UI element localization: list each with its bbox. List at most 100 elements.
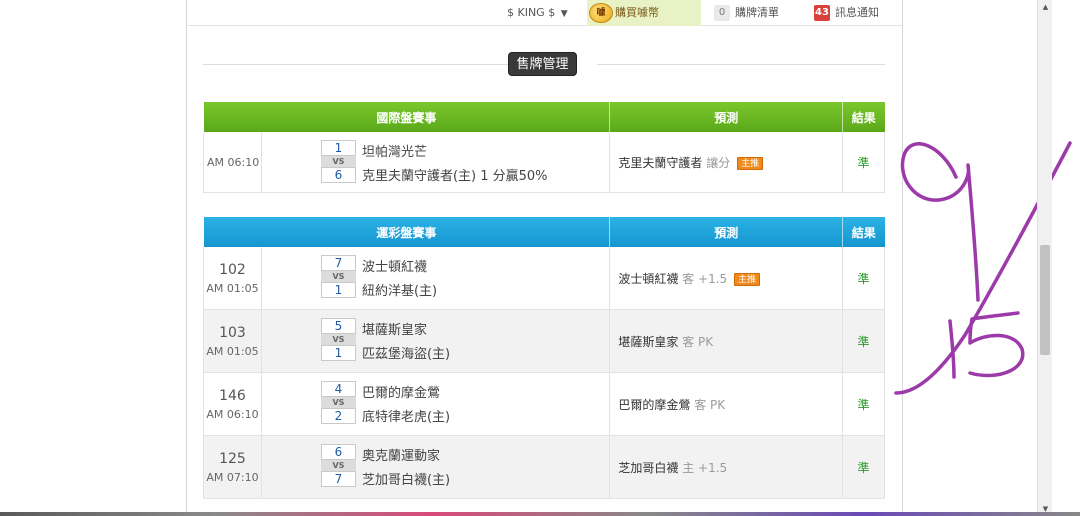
prediction-detail: 客 PK [694, 397, 726, 412]
prediction-detail: 讓分 [706, 155, 731, 170]
column-header-result: 結果 [842, 102, 885, 132]
column-header-prediction: 預測 [609, 217, 844, 247]
team-away: 奧克蘭運動家 [361, 449, 440, 464]
handwriting-stroke [948, 319, 956, 379]
column-header-games: 國際盤賽事 [203, 102, 611, 132]
cart-label: 購牌清單 [735, 6, 779, 19]
notification-count-badge: 43 [814, 5, 830, 21]
section-divider-left [203, 64, 508, 65]
notification-label: 訊息通知 [835, 6, 879, 19]
team-home: 底特律老虎(主) [361, 410, 451, 425]
team-away: 堪薩斯皇家 [361, 323, 427, 338]
content-border-left [186, 0, 187, 516]
coin-icon: 噱 [589, 3, 613, 23]
score-box: 7 VS 1 [320, 255, 356, 298]
match-cell: 6 VS 7 奧克蘭運動家 芝加哥白襪(主) [261, 435, 611, 499]
score-away: 6 [320, 444, 356, 460]
column-header-result: 結果 [842, 217, 885, 247]
column-header-games: 運彩盤賽事 [203, 217, 611, 247]
sell-management-button[interactable]: 售牌管理 [508, 52, 577, 76]
game-number: 102 [219, 261, 246, 278]
vertical-scrollbar[interactable]: ▲ ▼ [1037, 0, 1052, 516]
result-cell: 準 [842, 309, 885, 373]
table-row[interactable]: 102 AM 01:05 7 VS 1 波士頓紅襪 紐約洋基(主) 波士頓紅襪 … [203, 247, 885, 310]
game-time: AM 06:10 [206, 407, 259, 421]
featured-pick-badge: 主推 [734, 272, 761, 286]
result-cell: 準 [842, 372, 885, 436]
caret-down-icon: ▼ [560, 9, 568, 19]
international-games-table: 國際盤賽事 預測 結果 AM 06:10 1 VS 6 坦帕灣光芒 克里夫蘭守護 [203, 102, 885, 193]
notification-link[interactable]: 43 訊息通知 [814, 0, 879, 26]
match-cell: 5 VS 1 堪薩斯皇家 匹茲堡海盜(主) [261, 309, 611, 373]
score-home: 7 [320, 471, 356, 487]
team-home: 紐約洋基(主) [361, 284, 438, 299]
prediction-detail: 主 +1.5 [682, 460, 728, 475]
score-away: 1 [320, 140, 356, 156]
table-row[interactable]: 103 AM 01:05 5 VS 1 堪薩斯皇家 匹茲堡海盜(主) 堪薩斯皇家… [203, 309, 885, 373]
score-away: 7 [320, 255, 356, 271]
vs-label: VS [320, 271, 356, 282]
vs-label: VS [320, 460, 356, 471]
prediction-cell: 克里夫蘭守護者 讓分 主推 [609, 132, 844, 193]
prediction-detail: 客 +1.5 [682, 271, 728, 286]
game-number: 146 [219, 387, 246, 404]
match-cell: 1 VS 6 坦帕灣光芒 克里夫蘭守護者(主) 1 分贏50% [261, 132, 611, 193]
table-row[interactable]: AM 06:10 1 VS 6 坦帕灣光芒 克里夫蘭守護者(主) 1 分贏50%… [203, 132, 885, 193]
score-box: 5 VS 1 [320, 318, 356, 361]
game-time: AM 07:10 [206, 470, 259, 484]
top-nav: $ KING $ ▼ 噱 購買噱幣 0 購牌清單 43 訊息通知 [187, 0, 902, 26]
result-cell: 準 [842, 132, 885, 193]
page-root: $ KING $ ▼ 噱 購買噱幣 0 購牌清單 43 訊息通知 售牌管理 國際盤賽… [0, 0, 1080, 516]
column-header-prediction: 預測 [609, 102, 844, 132]
score-away: 5 [320, 318, 356, 334]
result-cell: 準 [842, 435, 885, 499]
cart-count-badge: 0 [714, 5, 730, 21]
score-home: 1 [320, 345, 356, 361]
buy-coin-label: 購買噱幣 [615, 6, 659, 19]
featured-pick-badge: 主推 [737, 156, 764, 170]
game-time-cell: 102 AM 01:05 [203, 247, 262, 310]
scroll-up-icon[interactable]: ▲ [1038, 0, 1053, 14]
score-box: 1 VS 6 [320, 140, 356, 183]
score-home: 2 [320, 408, 356, 424]
user-menu[interactable]: $ KING $ ▼ [507, 0, 568, 26]
table-row[interactable]: 125 AM 07:10 6 VS 7 奧克蘭運動家 芝加哥白襪(主) 芝加哥白… [203, 435, 885, 499]
prediction-team: 堪薩斯皇家 [618, 334, 679, 349]
lottery-games-table: 運彩盤賽事 預測 結果 102 AM 01:05 7 VS 1 波士頓紅襪 紐約… [203, 217, 885, 499]
taskbar-strip [0, 512, 1080, 516]
vs-label: VS [320, 334, 356, 345]
game-time: AM 06:10 [203, 132, 262, 193]
prediction-team: 波士頓紅襪 [618, 271, 679, 286]
buy-coin-button[interactable]: 噱 購買噱幣 [587, 0, 701, 26]
vs-label: VS [320, 397, 356, 408]
score-home: 6 [320, 167, 356, 183]
score-box: 4 VS 2 [320, 381, 356, 424]
game-time: AM 01:05 [206, 281, 259, 295]
game-time: AM 01:05 [206, 344, 259, 358]
game-number: 103 [219, 324, 246, 341]
prediction-cell: 芝加哥白襪 主 +1.5 [609, 435, 844, 499]
prediction-team: 巴爾的摩金鶯 [618, 397, 691, 412]
table-row[interactable]: 146 AM 06:10 4 VS 2 巴爾的摩金鶯 底特律老虎(主) 巴爾的摩… [203, 372, 885, 436]
team-away: 坦帕灣光芒 [361, 145, 427, 160]
team-away: 波士頓紅襪 [361, 260, 427, 275]
prediction-team: 克里夫蘭守護者 [618, 155, 703, 170]
match-cell: 4 VS 2 巴爾的摩金鶯 底特律老虎(主) [261, 372, 611, 436]
game-time-cell: 125 AM 07:10 [203, 435, 262, 499]
score-home: 1 [320, 282, 356, 298]
game-time-cell: 146 AM 06:10 [203, 372, 262, 436]
prediction-team: 芝加哥白襪 [618, 460, 679, 475]
score-box: 6 VS 7 [320, 444, 356, 487]
handwriting-stroke [968, 311, 1025, 378]
match-cell: 7 VS 1 波士頓紅襪 紐約洋基(主) [261, 247, 611, 310]
team-away: 巴爾的摩金鶯 [361, 386, 440, 401]
team-home: 芝加哥白襪(主) [361, 473, 451, 488]
user-menu-label: $ KING $ [507, 6, 556, 19]
result-cell: 準 [842, 247, 885, 310]
cart-link[interactable]: 0 購牌清單 [714, 0, 779, 26]
handwriting-stroke [900, 142, 980, 302]
prediction-cell: 巴爾的摩金鶯 客 PK [609, 372, 844, 436]
scroll-thumb[interactable] [1040, 245, 1050, 355]
prediction-cell: 波士頓紅襪 客 +1.5 主推 [609, 247, 844, 310]
score-away: 4 [320, 381, 356, 397]
